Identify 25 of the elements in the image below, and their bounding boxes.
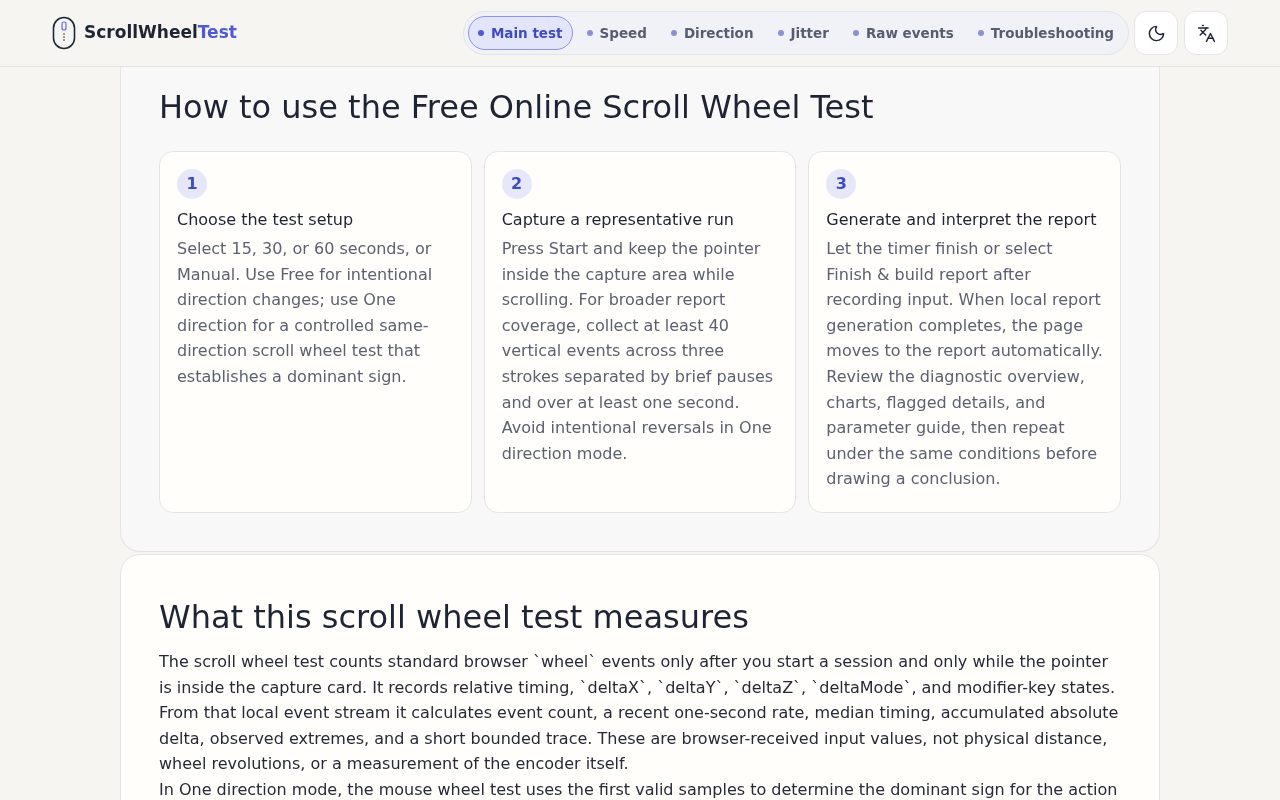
nav-tab[interactable]: Speed [576,16,657,50]
section-title: How to use the Free Online Scroll Wheel Test [159,87,875,127]
moon-icon [1146,23,1166,43]
mouse-icon [52,16,76,50]
nav-tab[interactable]: Troubleshooting [967,16,1125,50]
step-text: Select 15, 30, or 60 seconds, or Manual. Use Free for intentional direction changes; use One direction for a controlled same-direction scroll wheel test that establishes a dominant sign. [177,238,434,388]
step-title: Choose the test setup [177,209,355,231]
dark-mode-button[interactable] [1134,11,1178,55]
body-paragraph: In One direction mode, the mouse wheel test uses the first valid samples to determine the dominant sign for the action [159,778,1119,800]
nav-tab[interactable]: Main test [467,16,573,50]
step-number: 3 [826,169,857,199]
step-title: Capture a representative run [501,209,735,231]
step-text: Press Start and keep the pointer inside the capture area while scrolling. For broader report coverage, collect at least 40 vertical events across three strokes separated by brief pauses and over at least one second. Avoid intentional reversals in One direction mode. [501,238,775,465]
step-title: Generate and interpret the report [826,209,1098,231]
section-title: What this scroll wheel test measures [159,597,750,637]
nav-tab[interactable]: Direction [660,16,764,50]
translate-icon [1196,23,1216,43]
body-paragraph: The scroll wheel test counts standard browser `wheel` events only after you start a session and only while the pointer is inside the capture card. It records relative timing, `deltaX`, `deltaY`, `deltaZ`, `deltaMode`, and modifier-key states. From that local event stream it calculates event count, a recent one-second rate, median timing, accumulated absolute delta, observed extremes, and a short bounded trace. These are browser-received input values, not physical distance, wheel revolutions, or a measurement of the encoder itself. [159,651,1120,776]
brand-name[interactable]: ScrollWheelTest [84,20,237,46]
nav-tab[interactable]: Raw events [842,16,964,50]
nav-tab[interactable]: Jitter [767,16,839,50]
step-number: 1 [177,169,207,199]
language-button[interactable] [1184,11,1228,55]
step-number: 2 [501,169,532,199]
step-text: Let the timer finish or select Finish & build report after recording input. When local report generation completes, the page moves to the report automatically. Review the diagnostic overview, charts, flagged details, and parameter guide, then repeat under the same conditions before drawing a conclusion. [826,238,1103,491]
